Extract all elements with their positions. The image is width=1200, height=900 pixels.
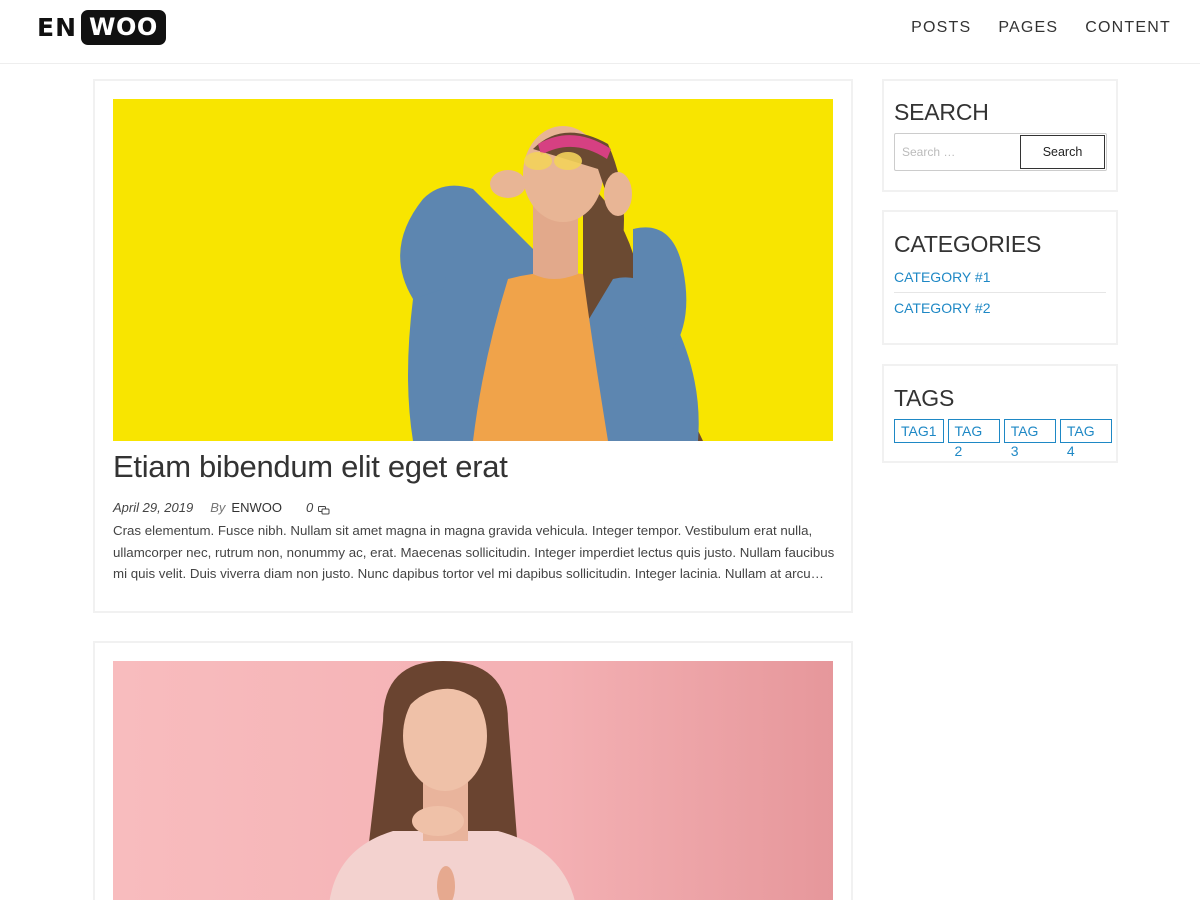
post-featured-image[interactable] bbox=[113, 99, 833, 441]
tag-link-3[interactable]: TAG 3 bbox=[1003, 419, 1056, 459]
post-excerpt: Cras elementum. Fusce nibh. Nullam sit a… bbox=[113, 523, 835, 582]
categories-widget-title: CATEGORIES bbox=[894, 231, 1042, 257]
post-card: Etiam bibendum elit eget erat April 29, … bbox=[93, 79, 853, 613]
comment-icon bbox=[318, 504, 330, 515]
post-featured-image[interactable] bbox=[113, 661, 833, 900]
main-nav: POSTS PAGES CONTENT bbox=[884, 18, 1171, 38]
post-meta: April 29, 2019 By ENWOO 0 bbox=[113, 500, 330, 515]
post-by-label: By bbox=[210, 500, 226, 515]
logo-text-woo: WOO bbox=[81, 10, 166, 45]
category-link-1[interactable]: CATEGORY #1 bbox=[894, 267, 1106, 293]
woman-pink-photo bbox=[113, 661, 833, 900]
nav-item-posts[interactable]: POSTS bbox=[911, 18, 971, 38]
post-date[interactable]: April 29, 2019 bbox=[113, 500, 193, 515]
nav-item-pages[interactable]: PAGES bbox=[998, 18, 1058, 38]
site-header: EN WOO POSTS PAGES CONTENT bbox=[0, 0, 1200, 64]
site-logo[interactable]: EN WOO bbox=[37, 10, 166, 45]
search-widget: SEARCH Search bbox=[882, 79, 1118, 192]
post-author[interactable]: ENWOO bbox=[231, 500, 282, 515]
category-link-2[interactable]: CATEGORY #2 bbox=[894, 298, 1106, 328]
tags-widget: TAGS TAG1 TAG 2 TAG 3 TAG 4 bbox=[882, 364, 1118, 463]
nav-item-content[interactable]: CONTENT bbox=[1085, 18, 1171, 38]
search-input[interactable] bbox=[897, 135, 1019, 169]
category-list: CATEGORY #1 CATEGORY #2 bbox=[894, 267, 1106, 328]
categories-widget: CATEGORIES CATEGORY #1 CATEGORY #2 bbox=[882, 210, 1118, 345]
post-card bbox=[93, 641, 853, 900]
tags-widget-title: TAGS bbox=[894, 385, 955, 411]
post-title[interactable]: Etiam bibendum elit eget erat bbox=[113, 449, 508, 485]
tag-link-1[interactable]: TAG1 bbox=[894, 419, 944, 443]
logo-text-en: EN bbox=[37, 13, 78, 42]
tag-link-4[interactable]: TAG 4 bbox=[1059, 419, 1112, 459]
search-widget-title: SEARCH bbox=[894, 99, 989, 125]
search-form: Search bbox=[894, 133, 1107, 171]
tag-cloud: TAG1 TAG 2 TAG 3 TAG 4 bbox=[894, 419, 1116, 459]
post-comment-count[interactable]: 0 bbox=[306, 500, 313, 515]
woman-yellow-photo bbox=[113, 99, 833, 441]
tag-link-2[interactable]: TAG 2 bbox=[947, 419, 1000, 459]
search-button[interactable]: Search bbox=[1020, 135, 1105, 169]
